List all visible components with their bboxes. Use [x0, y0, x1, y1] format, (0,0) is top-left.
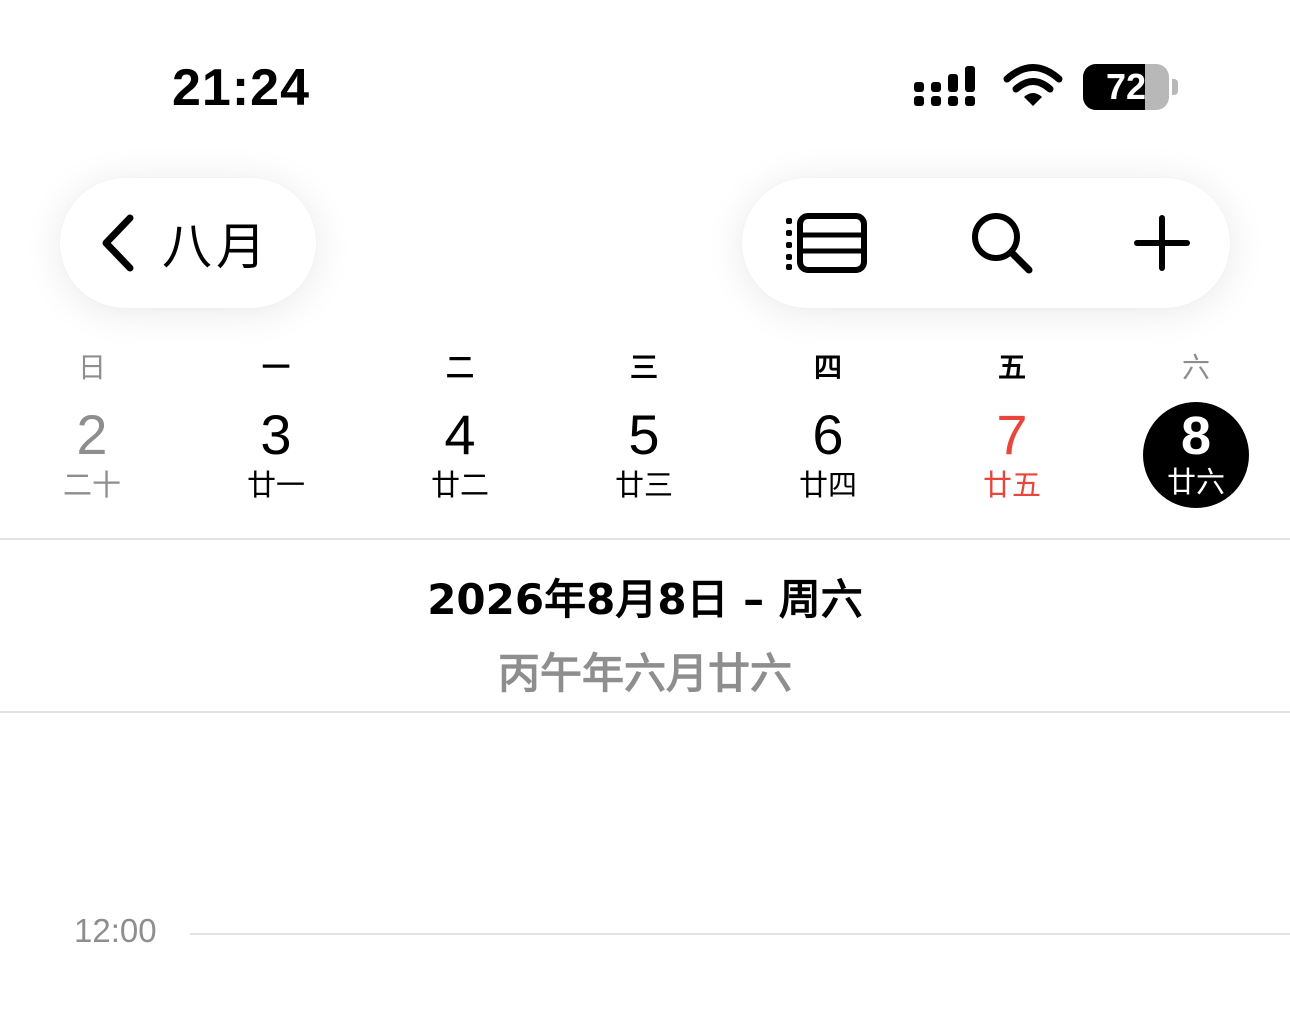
day-cell[interactable]: 2 二十: [32, 400, 152, 510]
day-lunar: 廿二: [430, 468, 489, 502]
signal-icon: [914, 66, 975, 106]
day-cell[interactable]: 3 廿一: [216, 400, 336, 510]
weekday-label: 二: [445, 351, 474, 384]
day-number: 4: [444, 403, 476, 466]
list-view-icon: [786, 213, 867, 273]
hour-line: [190, 933, 1290, 935]
selected-date-title: 2026年8月8日 – 周六: [427, 575, 863, 624]
day-number: 3: [260, 403, 292, 466]
battery-icon: 72: [1083, 64, 1179, 110]
day-lunar: 廿六: [1166, 465, 1225, 499]
day-number: 7: [996, 403, 1028, 466]
day-lunar: 廿五: [982, 468, 1041, 502]
day-lunar: 二十: [62, 468, 121, 502]
divider: [0, 538, 1290, 540]
divider: [0, 711, 1290, 713]
selected-date-lunar: 丙午年六月廿六: [497, 649, 792, 698]
day-lunar: 廿一: [246, 468, 305, 502]
day-cell[interactable]: 4 廿二: [400, 400, 520, 510]
toolbar-actions: [742, 178, 1230, 308]
plus-icon: [1134, 215, 1190, 271]
add-event-button[interactable]: [1107, 178, 1217, 308]
weekday-label: 一: [261, 351, 290, 384]
weekday-label: 六: [1181, 351, 1210, 384]
day-cell[interactable]: 6 廿四: [768, 400, 888, 510]
day-cell[interactable]: 5 廿三: [584, 400, 704, 510]
back-label: 八月: [162, 218, 270, 276]
search-button[interactable]: [947, 178, 1057, 308]
status-time: 21:24: [172, 59, 310, 117]
wifi-icon: [1003, 64, 1063, 106]
weekday-label: 四: [813, 351, 842, 384]
day-cell-today[interactable]: 7 廿五: [952, 400, 1072, 510]
weekday-header: 日 一 二 三 四 五 六: [0, 346, 1290, 386]
day-number: 8: [1180, 406, 1212, 466]
back-button[interactable]: 八月: [60, 178, 316, 308]
search-icon: [972, 213, 1033, 274]
weekday-label: 五: [997, 351, 1026, 384]
list-view-button[interactable]: [772, 178, 882, 308]
day-number: 5: [628, 403, 660, 466]
weekday-label: 日: [77, 351, 106, 384]
day-number: 2: [76, 403, 108, 466]
weekday-label: 三: [629, 351, 658, 384]
day-number: 6: [812, 403, 844, 466]
chevron-left-icon: [102, 214, 134, 272]
day-cell-selected[interactable]: 8 廿六: [1143, 402, 1249, 508]
time-label: 12:00: [74, 912, 157, 949]
battery-percent: 72: [1105, 66, 1147, 107]
day-lunar: 廿三: [614, 468, 673, 502]
day-lunar: 廿四: [798, 468, 857, 502]
